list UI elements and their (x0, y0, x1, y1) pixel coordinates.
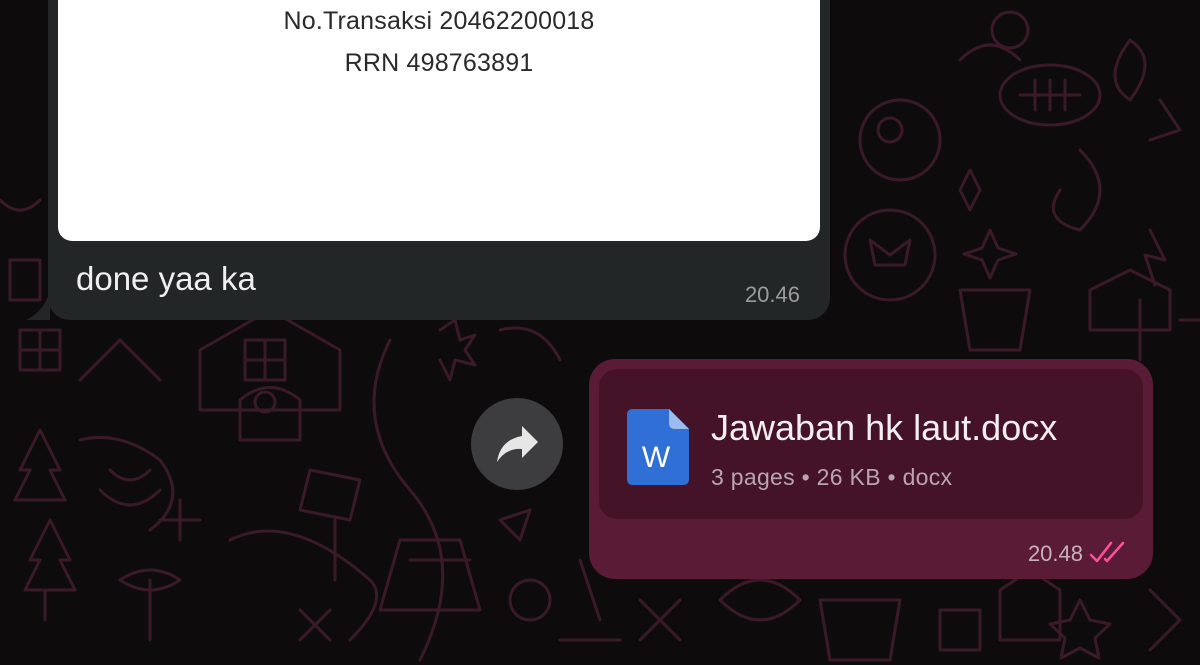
word-icon-letter: W (642, 441, 671, 474)
outgoing-message-bubble[interactable]: W Jawaban hk laut.docx 3 pages • 26 KB •… (589, 359, 1153, 579)
receipt-transaction-number: No.Transaksi 20462200018 (283, 7, 595, 35)
document-meta: 3 pages • 26 KB • docx (711, 464, 953, 490)
incoming-bubble-tail (26, 290, 50, 320)
chat-view: No.Transaksi 20462200018 RRN 498763891 d… (0, 0, 1200, 665)
receipt-image[interactable]: No.Transaksi 20462200018 RRN 498763891 (58, 0, 820, 241)
forward-button[interactable] (471, 398, 563, 490)
incoming-message-time: 20.46 (744, 282, 800, 307)
forward-arrow-icon (497, 426, 538, 462)
outgoing-message-time: 20.48 (1027, 541, 1083, 566)
incoming-message-bubble[interactable]: No.Transaksi 20462200018 RRN 498763891 d… (48, 0, 830, 320)
document-attachment[interactable]: W Jawaban hk laut.docx 3 pages • 26 KB •… (599, 369, 1143, 519)
word-document-icon: W (627, 409, 689, 485)
incoming-message-text: done yaa ka (76, 260, 256, 297)
receipt-rrn: RRN 498763891 (344, 49, 534, 77)
double-check-read-icon (1089, 541, 1125, 563)
document-file-name: Jawaban hk laut.docx (711, 407, 1058, 448)
